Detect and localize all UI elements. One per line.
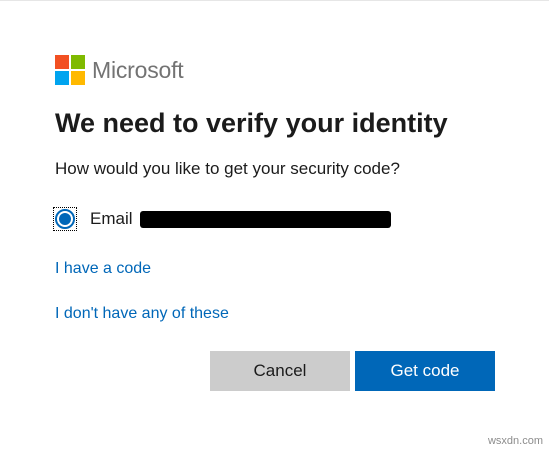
radio-selected-dot <box>59 213 71 225</box>
cancel-button[interactable]: Cancel <box>210 351 350 391</box>
option-email-label[interactable]: Email <box>90 209 133 229</box>
page-subtitle: How would you like to get your security … <box>55 159 400 178</box>
page-title: We need to verify your identity <box>55 108 448 138</box>
logo-square-yellow <box>71 71 85 85</box>
top-divider <box>0 0 549 1</box>
brand-name: Microsoft <box>92 57 184 83</box>
have-code-link[interactable]: I have a code <box>55 260 151 278</box>
redacted-email-address <box>139 210 391 228</box>
get-code-button[interactable]: Get code <box>355 351 495 391</box>
logo-square-red <box>55 55 69 69</box>
microsoft-logo-icon <box>55 55 85 85</box>
none-of-these-link[interactable]: I don't have any of these <box>55 305 229 323</box>
watermark: wsxdn.com <box>487 435 543 447</box>
verify-identity-dialog: Microsoft We need to verify your identit… <box>0 0 549 451</box>
microsoft-logo: Microsoft <box>55 55 184 85</box>
logo-square-blue <box>55 71 69 85</box>
email-radio[interactable] <box>55 209 75 229</box>
logo-square-green <box>71 55 85 69</box>
option-email[interactable]: Email <box>53 205 391 233</box>
email-radio-focus-ring[interactable] <box>53 207 77 231</box>
